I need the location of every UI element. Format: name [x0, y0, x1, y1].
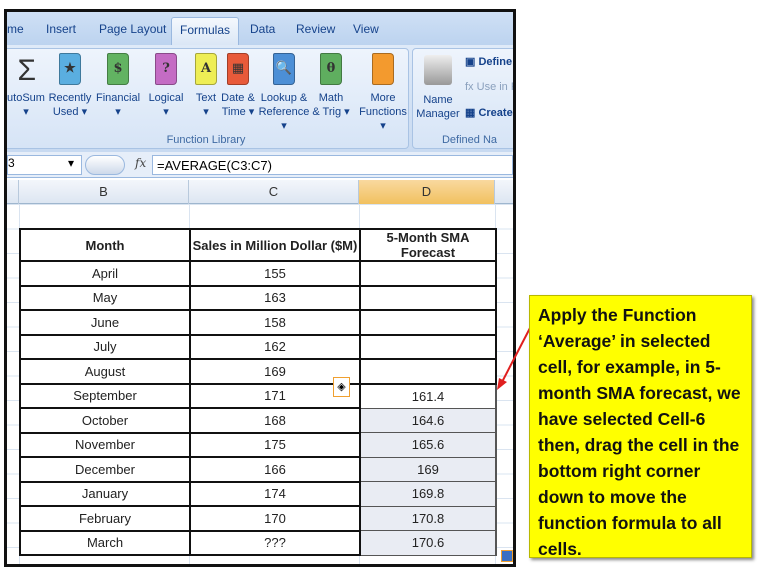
- callout-note: Apply the Function ‘Average’ in selected…: [529, 295, 752, 559]
